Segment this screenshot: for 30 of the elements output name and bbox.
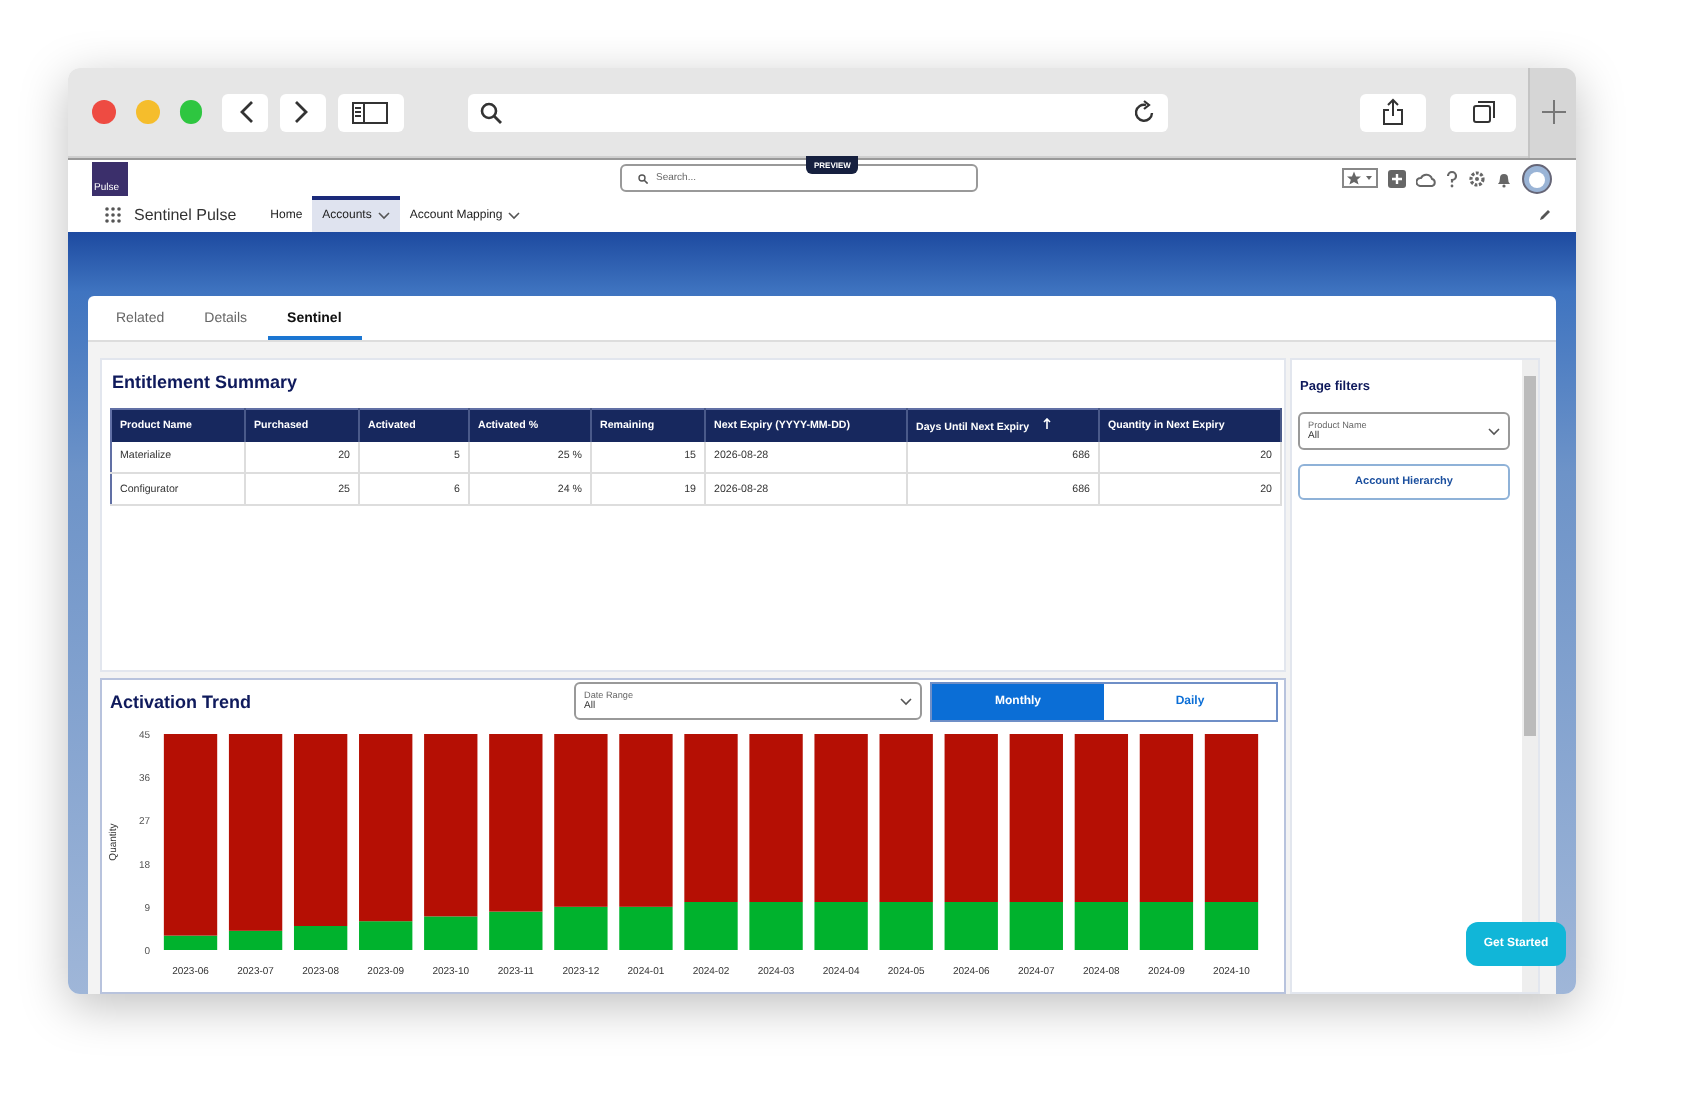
app-launcher-icon[interactable] bbox=[104, 205, 122, 223]
app-name: Sentinel Pulse bbox=[134, 205, 237, 223]
reload-icon[interactable] bbox=[1133, 100, 1156, 124]
chevron-down-icon bbox=[900, 697, 912, 705]
back-button[interactable] bbox=[222, 93, 268, 131]
avatar-icon[interactable] bbox=[1522, 163, 1552, 193]
sidebar-icon bbox=[352, 101, 389, 123]
chevron-down-icon bbox=[1488, 427, 1500, 435]
share-icon bbox=[1381, 98, 1404, 126]
cloud-icon[interactable] bbox=[1416, 169, 1436, 187]
bell-icon[interactable] bbox=[1496, 169, 1512, 187]
plus-icon bbox=[1539, 98, 1568, 126]
tabs-button[interactable] bbox=[1450, 93, 1517, 131]
search-icon bbox=[638, 173, 648, 183]
forward-button[interactable] bbox=[279, 93, 325, 131]
settings-icon[interactable] bbox=[1468, 169, 1486, 187]
chevron-right-icon bbox=[294, 100, 311, 124]
close-icon[interactable] bbox=[92, 100, 116, 124]
search-icon bbox=[479, 101, 502, 123]
add-icon[interactable] bbox=[1388, 169, 1406, 187]
section-title: Entitlement Summary bbox=[110, 370, 300, 396]
help-icon[interactable] bbox=[1446, 169, 1458, 187]
favorites-icon[interactable] bbox=[1342, 168, 1378, 188]
tabs-icon bbox=[1471, 100, 1496, 124]
chevron-left-icon bbox=[237, 100, 254, 124]
edit-icon[interactable] bbox=[1538, 207, 1552, 221]
share-button[interactable] bbox=[1359, 93, 1427, 131]
section-title: Activation Trend bbox=[110, 691, 254, 711]
new-tab-button[interactable] bbox=[1528, 68, 1576, 157]
sidebar-button[interactable] bbox=[337, 93, 404, 131]
